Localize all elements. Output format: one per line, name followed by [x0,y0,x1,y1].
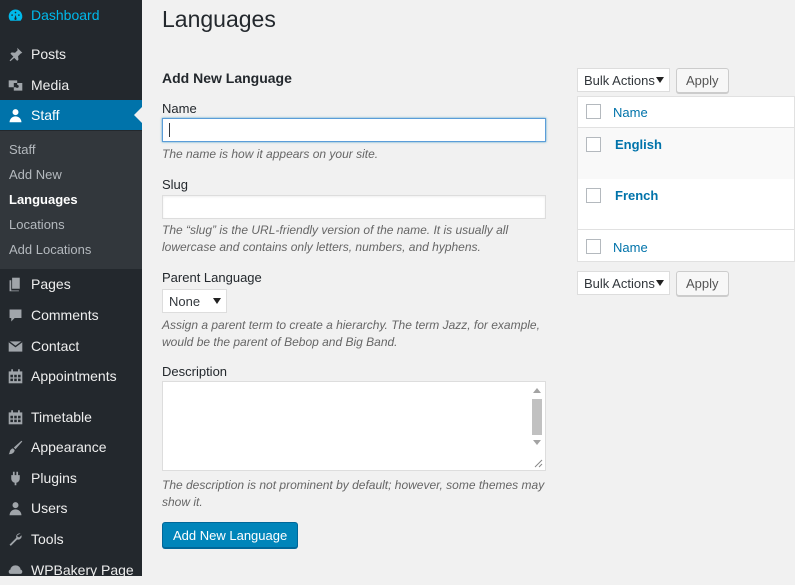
dashboard-icon [5,5,25,25]
sidebar-item-tools[interactable]: Tools [0,524,142,554]
table-footer-row: Name [578,230,794,261]
row-term-name[interactable]: French [615,188,658,203]
select-all-checkbox-footer[interactable] [586,239,601,254]
textarea-scrollbar[interactable] [530,383,544,469]
parent-language-description: Assign a parent term to create a hierarc… [162,318,540,349]
sidebar-item-posts[interactable]: Posts [0,39,142,69]
column-header-name[interactable]: Name [613,105,648,120]
media-icon [5,75,25,95]
scroll-thumb[interactable] [532,399,542,435]
calendar-icon [5,407,25,427]
submenu-item-locations[interactable]: Locations [9,217,65,232]
slug-description: The “slug” is the URL-friendly version o… [162,223,509,254]
sidebar-item-label: Appearance [31,439,107,455]
sidebar-item-staff[interactable]: Staff [0,100,142,130]
bulk-actions-value: Bulk Actions [584,72,655,88]
mail-icon [5,336,25,356]
apply-button-bottom[interactable]: Apply [676,271,729,296]
sidebar-item-label: Comments [31,307,99,323]
scroll-up-arrow-icon[interactable] [533,388,541,393]
submenu-item-languages[interactable]: Languages [9,192,78,207]
chevron-down-icon [656,77,664,83]
submenu-item-staff[interactable]: Staff [9,142,36,157]
text-caret [169,123,170,137]
sidebar-item-label: Posts [31,46,67,62]
brush-icon [5,437,25,457]
resize-grip-icon[interactable] [533,458,543,468]
sidebar-item-pages[interactable]: Pages [0,269,142,299]
sidebar-item-label: Staff [31,107,60,123]
slug-input[interactable] [162,195,546,219]
description-label: Description [162,364,228,379]
description-help-text: The description is not prominent by defa… [162,478,545,509]
user-icon [5,105,25,125]
form-section-title: Add New Language [162,70,292,86]
active-arrow-indicator [134,107,142,123]
page-title: Languages [162,6,276,32]
sidebar-item-appearance[interactable]: Appearance [0,432,142,462]
chevron-down-icon [656,280,664,286]
name-description: The name is how it appears on your site. [162,147,379,161]
column-footer-name[interactable]: Name [613,240,648,255]
comment-icon [5,305,25,325]
bakery-icon [5,560,25,580]
bulk-actions-value: Bulk Actions [584,275,655,291]
bulk-actions-select-top[interactable]: Bulk Actions [577,68,670,92]
table-row: English [578,128,794,179]
bulk-actions-select-bottom[interactable]: Bulk Actions [577,271,670,295]
parent-language-value: None [169,293,201,309]
sidebar-item-label: Contact [31,338,80,354]
sidebar-item-wpbakery[interactable]: WPBakery Page [0,555,142,585]
sidebar-item-timetable[interactable]: Timetable [0,402,142,432]
users-icon [5,498,25,518]
row-term-name[interactable]: English [615,137,662,152]
parent-language-label: Parent Language [162,270,262,285]
name-label: Name [162,101,197,116]
sidebar-item-label: Pages [31,276,71,292]
sidebar-item-appointments[interactable]: Appointments [0,361,142,391]
wrench-icon [5,529,25,549]
parent-language-select[interactable]: None [162,289,227,313]
sidebar-item-dashboard[interactable]: Dashboard [0,0,142,30]
staff-submenu: Staff Add New Languages Locations Add Lo… [0,131,142,269]
sidebar-item-comments[interactable]: Comments [0,300,142,330]
admin-sidebar: Dashboard Posts Media Staff Staff Add Ne… [0,0,142,578]
sidebar-item-label: Dashboard [31,7,100,23]
sidebar-item-media[interactable]: Media [0,70,142,100]
description-textarea[interactable] [162,381,546,471]
row-checkbox[interactable] [586,137,601,152]
apply-button-top[interactable]: Apply [676,68,729,93]
select-all-checkbox[interactable] [586,104,601,119]
sidebar-item-label: Media [31,77,70,93]
name-input[interactable] [162,118,546,142]
table-header-row: Name [578,97,794,128]
sidebar-item-users[interactable]: Users [0,493,142,523]
sidebar-item-label: Appointments [31,368,117,384]
sidebar-item-label: Plugins [31,470,77,486]
submenu-item-add-new[interactable]: Add New [9,167,62,182]
submenu-item-add-locations[interactable]: Add Locations [9,242,91,257]
add-new-language-button[interactable]: Add New Language [162,522,299,548]
plugin-icon [5,468,25,488]
sidebar-item-label: Timetable [31,409,92,425]
sidebar-item-label: Users [31,500,68,516]
pin-icon [5,44,25,64]
table-row: French [578,179,794,230]
row-checkbox[interactable] [586,188,601,203]
sidebar-item-contact[interactable]: Contact [0,331,142,361]
calendar-icon [5,366,25,386]
sidebar-item-plugins[interactable]: Plugins [0,463,142,493]
sidebar-item-label: Tools [31,531,64,547]
terms-table: Name English French Name [577,96,795,262]
pages-icon [5,274,25,294]
scroll-down-arrow-icon[interactable] [533,440,541,445]
slug-label: Slug [162,177,189,192]
chevron-down-icon [213,298,221,304]
